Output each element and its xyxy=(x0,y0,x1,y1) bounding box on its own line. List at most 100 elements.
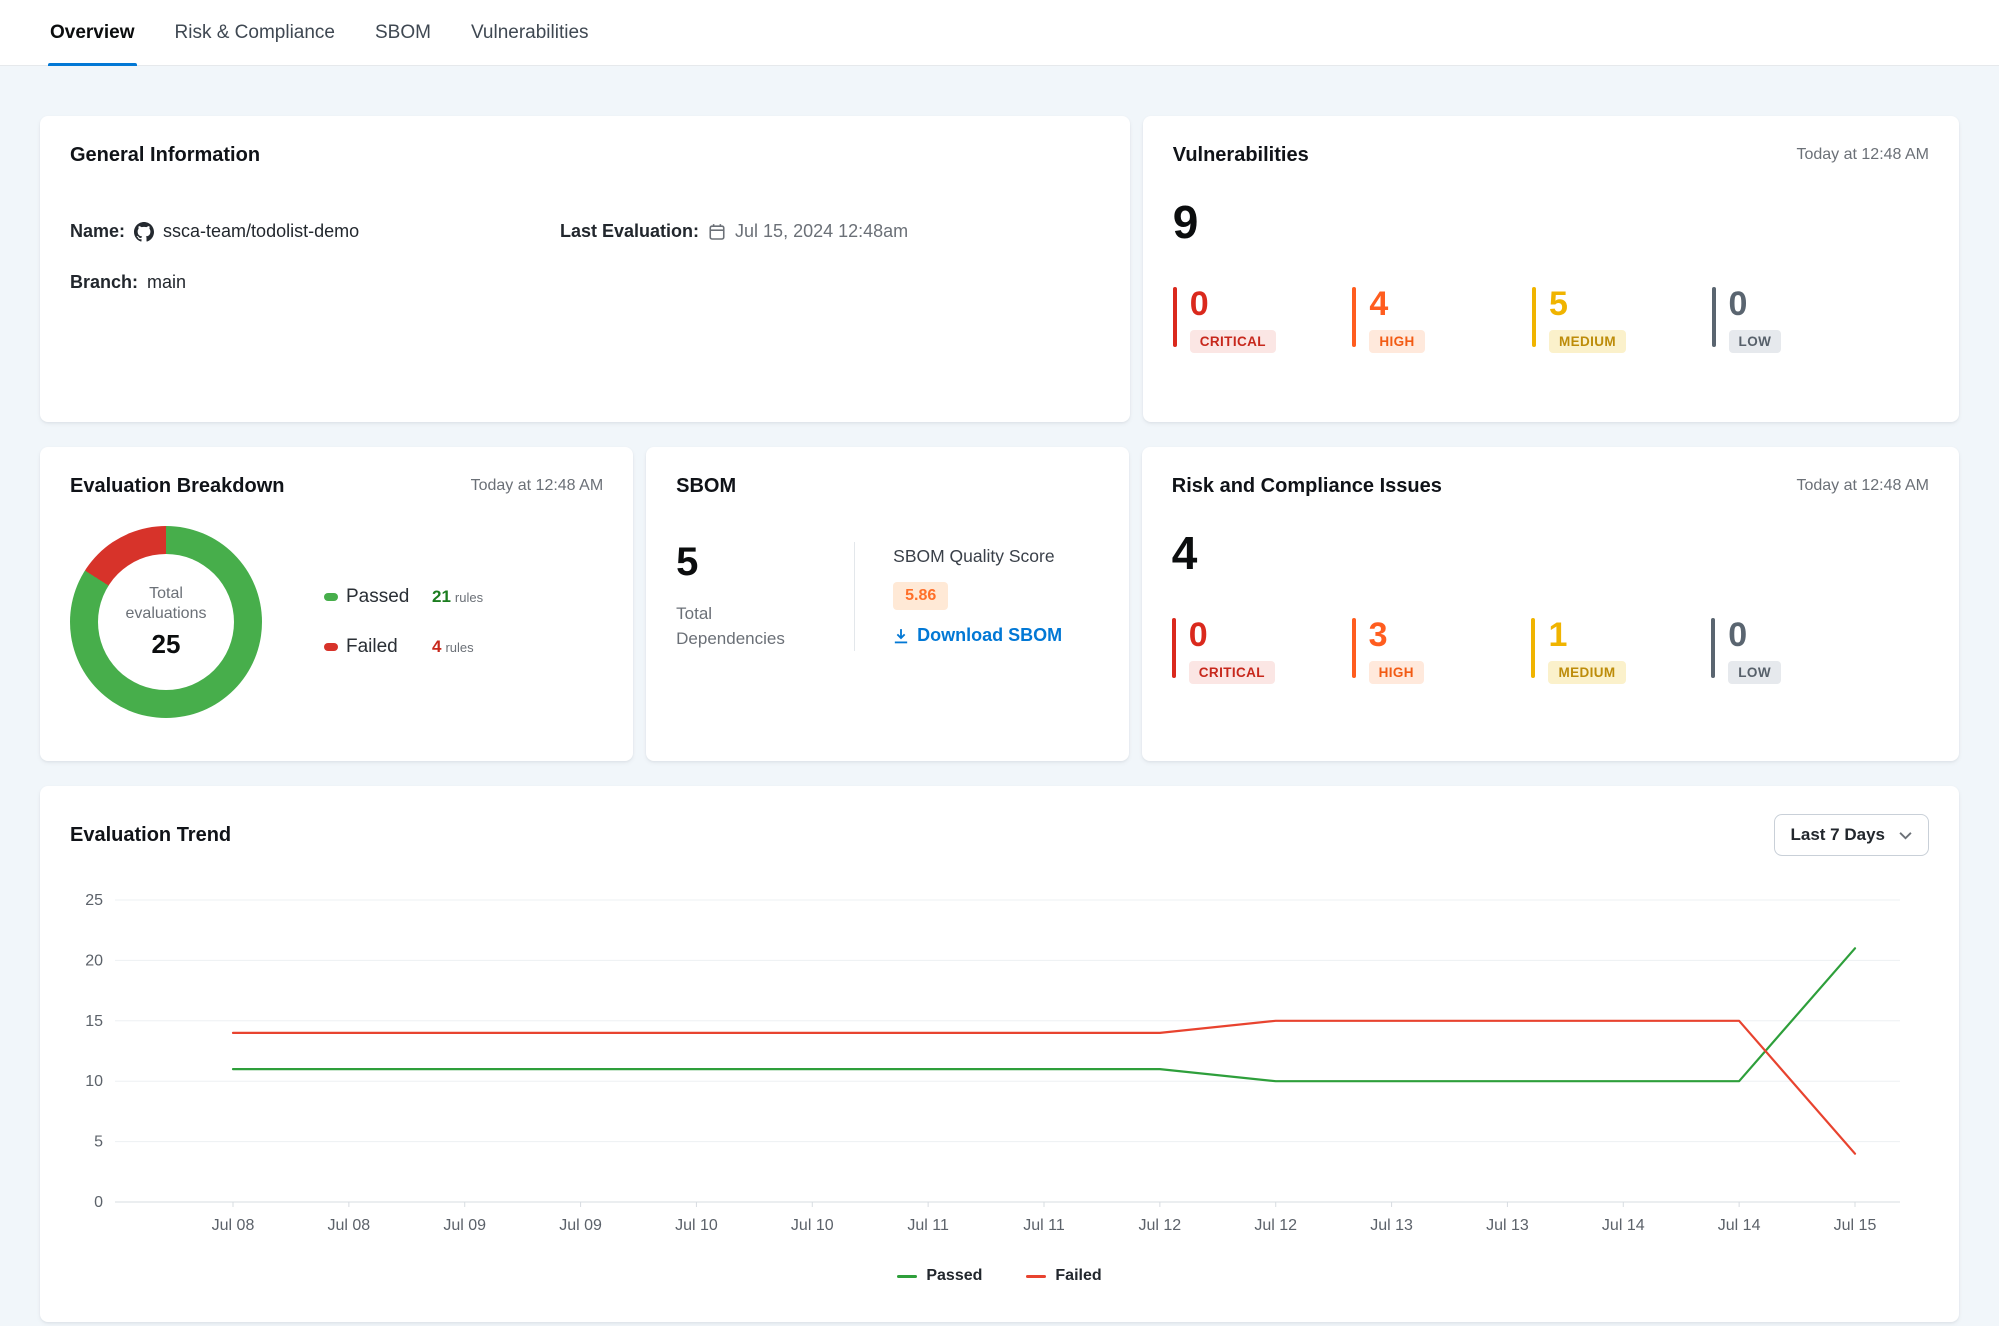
severity-bar xyxy=(1352,287,1356,347)
date-range-value: Last 7 Days xyxy=(1791,825,1886,845)
failed-line-icon xyxy=(1026,1275,1046,1278)
last-evaluation-field: Last Evaluation: Jul 15, 2024 12:48am xyxy=(560,221,1100,242)
severity-item-low: 0 LOW xyxy=(1711,618,1891,684)
severity-badge: HIGH xyxy=(1369,330,1424,353)
severity-badge: MEDIUM xyxy=(1548,661,1625,684)
tab-overview[interactable]: Overview xyxy=(48,0,137,65)
svg-text:Jul 12: Jul 12 xyxy=(1254,1217,1297,1234)
severity-count: 0 xyxy=(1729,287,1748,321)
svg-text:10: 10 xyxy=(85,1073,103,1090)
legend-item-passed: Passed 21rules xyxy=(324,586,483,608)
severity-badge: CRITICAL xyxy=(1189,661,1275,684)
severity-bar xyxy=(1172,618,1176,678)
repo-name-value: ssca-team/todolist-demo xyxy=(163,221,359,242)
severity-badge: LOW xyxy=(1729,330,1782,353)
tab-risk-compliance[interactable]: Risk & Compliance xyxy=(173,0,338,65)
svg-text:Jul 10: Jul 10 xyxy=(675,1217,718,1234)
svg-text:Jul 09: Jul 09 xyxy=(443,1217,486,1234)
severity-count: 0 xyxy=(1189,618,1208,652)
evaluation-breakdown-title: Evaluation Breakdown xyxy=(70,475,285,498)
vulnerabilities-total-count: 9 xyxy=(1173,199,1929,245)
svg-text:Jul 13: Jul 13 xyxy=(1370,1217,1413,1234)
sbom-quality-score-label: SBOM Quality Score xyxy=(893,546,1054,567)
severity-bar xyxy=(1352,618,1356,678)
severity-item-medium: 1 MEDIUM xyxy=(1531,618,1711,684)
github-icon xyxy=(134,222,154,242)
severity-badge: MEDIUM xyxy=(1549,330,1626,353)
branch-label: Branch: xyxy=(70,272,138,293)
svg-text:0: 0 xyxy=(94,1194,103,1211)
last-evaluation-label: Last Evaluation: xyxy=(560,221,699,242)
svg-text:Jul 12: Jul 12 xyxy=(1139,1217,1182,1234)
sbom-quality-score-badge: 5.86 xyxy=(893,582,948,610)
date-range-dropdown[interactable]: Last 7 Days xyxy=(1774,814,1930,856)
general-information-card: General Information Name: ssca-team/todo… xyxy=(40,116,1130,422)
risk-compliance-title: Risk and Compliance Issues xyxy=(1172,475,1442,498)
sbom-title: SBOM xyxy=(676,475,736,498)
evaluation-trend-title: Evaluation Trend xyxy=(70,824,231,847)
legend-count: 4rules xyxy=(432,637,483,657)
evaluations-donut-chart: Total evaluations 25 xyxy=(70,526,262,718)
tab-sbom[interactable]: SBOM xyxy=(373,0,433,65)
trend-legend-label: Failed xyxy=(1055,1267,1101,1285)
top-tab-bar: Overview Risk & Compliance SBOM Vulnerab… xyxy=(0,0,1999,66)
svg-text:Jul 13: Jul 13 xyxy=(1486,1217,1529,1234)
svg-text:Jul 14: Jul 14 xyxy=(1718,1217,1761,1234)
legend-count: 21rules xyxy=(432,587,483,607)
donut-total-value: 25 xyxy=(152,629,181,660)
severity-bar xyxy=(1711,618,1715,678)
svg-text:20: 20 xyxy=(85,952,103,969)
vulnerabilities-timestamp: Today at 12:48 AM xyxy=(1796,144,1929,164)
svg-text:Jul 11: Jul 11 xyxy=(1023,1217,1065,1234)
trend-line-chart-svg: 0510152025Jul 08Jul 08Jul 09Jul 09Jul 10… xyxy=(70,870,1929,1252)
svg-text:Jul 15: Jul 15 xyxy=(1834,1217,1877,1234)
svg-text:Jul 11: Jul 11 xyxy=(907,1217,949,1234)
name-label: Name: xyxy=(70,221,125,242)
severity-count: 4 xyxy=(1369,287,1388,321)
severity-item-medium: 5 MEDIUM xyxy=(1532,287,1712,353)
passed-dot-icon xyxy=(324,593,338,601)
svg-text:Jul 09: Jul 09 xyxy=(559,1217,602,1234)
general-information-title: General Information xyxy=(70,144,260,167)
severity-item-low: 0 LOW xyxy=(1712,287,1892,353)
risk-compliance-total-count: 4 xyxy=(1172,530,1929,576)
severity-badge: CRITICAL xyxy=(1190,330,1276,353)
failed-dot-icon xyxy=(324,643,338,651)
evaluation-breakdown-timestamp: Today at 12:48 AM xyxy=(471,475,604,495)
severity-bar xyxy=(1173,287,1177,347)
svg-text:5: 5 xyxy=(94,1134,103,1151)
evaluation-trend-chart: 0510152025Jul 08Jul 08Jul 09Jul 09Jul 10… xyxy=(70,870,1929,1257)
tab-vulnerabilities[interactable]: Vulnerabilities xyxy=(469,0,591,65)
vulnerabilities-card: Vulnerabilities Today at 12:48 AM 9 0 CR… xyxy=(1143,116,1959,422)
risk-compliance-timestamp: Today at 12:48 AM xyxy=(1796,475,1929,495)
download-icon xyxy=(893,628,909,644)
severity-item-critical: 0 CRITICAL xyxy=(1173,287,1353,353)
svg-text:Jul 14: Jul 14 xyxy=(1602,1217,1645,1234)
svg-text:Jul 10: Jul 10 xyxy=(791,1217,834,1234)
download-sbom-link[interactable]: Download SBOM xyxy=(893,625,1062,646)
donut-center-label: Total evaluations xyxy=(126,584,207,624)
sbom-card: SBOM 5 Total Dependencies SBOM Quality S… xyxy=(646,447,1129,761)
evaluations-legend: Passed 21rules Failed 4rules xyxy=(324,586,483,658)
trend-legend-label: Passed xyxy=(926,1267,982,1285)
severity-item-critical: 0 CRITICAL xyxy=(1172,618,1352,684)
vulnerabilities-severity-breakdown: 0 CRITICAL 4 HIGH 5 MEDIUM xyxy=(1173,287,1891,353)
branch-field: Branch: main xyxy=(70,272,1100,293)
vulnerabilities-title: Vulnerabilities xyxy=(1173,144,1309,167)
dashboard-content: General Information Name: ssca-team/todo… xyxy=(0,66,1999,1322)
severity-item-high: 3 HIGH xyxy=(1352,618,1532,684)
total-dependencies-label: Total Dependencies xyxy=(676,602,806,651)
last-evaluation-value: Jul 15, 2024 12:48am xyxy=(735,221,908,242)
severity-badge: LOW xyxy=(1728,661,1781,684)
legend-label: Failed xyxy=(346,636,432,658)
passed-line-icon xyxy=(897,1275,917,1278)
total-dependencies-count: 5 xyxy=(676,542,854,582)
branch-value: main xyxy=(147,272,186,293)
vertical-divider xyxy=(854,542,855,651)
severity-count: 0 xyxy=(1190,287,1209,321)
severity-count: 0 xyxy=(1728,618,1747,652)
repo-name-field: Name: ssca-team/todolist-demo xyxy=(70,221,560,242)
svg-text:25: 25 xyxy=(85,892,103,909)
severity-count: 3 xyxy=(1369,618,1388,652)
svg-text:Jul 08: Jul 08 xyxy=(328,1217,371,1234)
